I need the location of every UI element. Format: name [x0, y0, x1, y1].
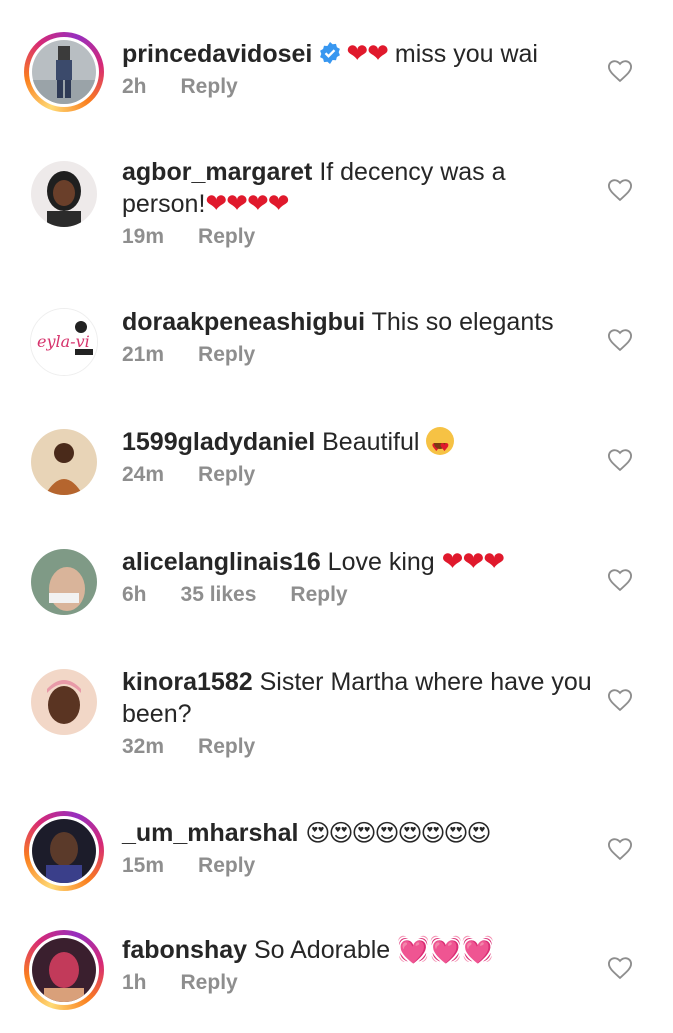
avatar	[31, 669, 97, 735]
avatar	[31, 429, 97, 495]
comment-time: 6h	[122, 583, 147, 606]
comment-username[interactable]: agbor_margaret	[122, 158, 312, 186]
avatar-wrapper[interactable]	[24, 422, 104, 502]
beating-heart-emoji: 💓💓💓	[397, 935, 495, 965]
like-heart-icon[interactable]	[606, 326, 634, 354]
comment-text: Love king	[327, 548, 435, 576]
comment-time: 19m	[122, 225, 165, 248]
smiling-face-with-hearts-emoji	[426, 427, 455, 464]
comment-time: 1h	[122, 971, 147, 994]
avatar-logo-text: eyla-vi	[37, 332, 90, 351]
like-heart-icon[interactable]	[606, 176, 634, 204]
verified-badge-icon	[320, 42, 341, 64]
like-heart-icon[interactable]	[606, 954, 634, 982]
avatar-story-ring[interactable]	[24, 930, 104, 1010]
heart-eyes-emoji: 😍😍😍😍😍😍😍😍	[305, 819, 491, 847]
comment-time: 21m	[122, 343, 165, 366]
avatar	[31, 161, 97, 227]
comment-username[interactable]: doraakpeneashigbui	[122, 308, 365, 336]
avatar: eyla-vi	[30, 308, 98, 376]
comment-time: 24m	[122, 463, 165, 486]
avatar	[32, 819, 96, 883]
avatar	[32, 40, 96, 104]
comment-time: 32m	[122, 735, 165, 758]
hearts-emoji: ❤❤	[346, 39, 389, 69]
comment-text: miss you wai	[394, 40, 538, 68]
comment-time: 2h	[122, 75, 147, 98]
avatar-wrapper[interactable]	[24, 542, 104, 622]
like-heart-icon[interactable]	[606, 566, 634, 594]
likes-count[interactable]: 35 likes	[181, 583, 257, 606]
reply-button[interactable]: Reply	[290, 583, 347, 606]
avatar-wrapper[interactable]	[24, 662, 104, 742]
like-heart-icon[interactable]	[606, 446, 634, 474]
avatar	[32, 938, 96, 1002]
reply-button[interactable]: Reply	[198, 343, 255, 366]
comment-username[interactable]: princedavidosei	[122, 40, 312, 68]
comments-list: princedavidosei ❤❤ miss you wai 2h Reply a…	[0, 0, 673, 1033]
reply-button[interactable]: Reply	[181, 971, 238, 994]
avatar-wrapper[interactable]	[24, 154, 104, 234]
like-heart-icon[interactable]	[606, 835, 634, 863]
comment-text: So Adorable	[253, 936, 391, 964]
comment-text: This so elegants	[371, 308, 554, 336]
avatar-story-ring[interactable]	[24, 811, 104, 891]
reply-button[interactable]: Reply	[198, 735, 255, 758]
comment-username[interactable]: kinora1582	[122, 668, 253, 696]
comment-time: 15m	[122, 854, 165, 877]
like-heart-icon[interactable]	[606, 686, 634, 714]
like-heart-icon[interactable]	[606, 57, 634, 85]
reply-button[interactable]: Reply	[181, 75, 238, 98]
avatar-story-ring[interactable]	[24, 32, 104, 112]
hearts-emoji: ❤❤❤❤	[205, 189, 289, 219]
comment-username[interactable]: fabonshay	[122, 936, 247, 964]
avatar-wrapper[interactable]: eyla-vi	[24, 302, 104, 382]
comment-username[interactable]: 1599gladydaniel	[122, 428, 315, 456]
reply-button[interactable]: Reply	[198, 854, 255, 877]
reply-button[interactable]: Reply	[198, 463, 255, 486]
comment-username[interactable]: _um_mharshal	[122, 819, 298, 847]
avatar	[31, 549, 97, 615]
comment-text: Beautiful	[322, 428, 420, 456]
reply-button[interactable]: Reply	[198, 225, 255, 248]
comment-username[interactable]: alicelanglinais16	[122, 548, 321, 576]
hearts-emoji: ❤❤❤	[441, 547, 505, 577]
